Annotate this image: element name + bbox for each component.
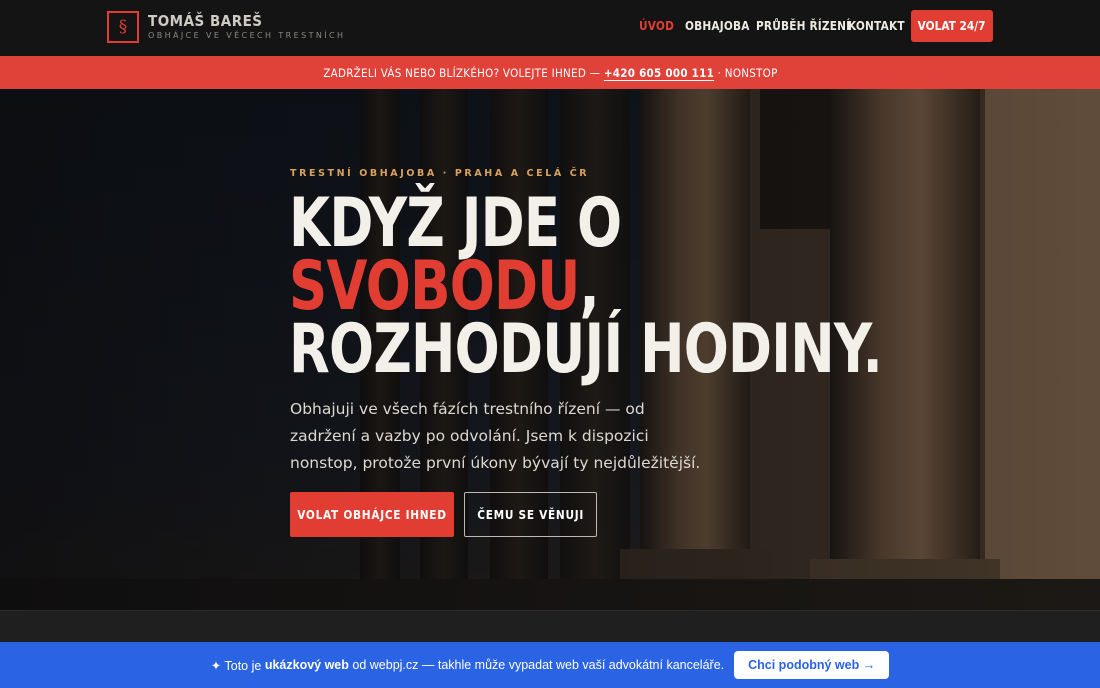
hero-headline: KDYŽ JDE O SVOBODU, ROZHODUJÍ HODINY. [289, 190, 883, 384]
headline-line-3: ROZHODUJÍ HODINY. [289, 310, 883, 389]
site-header: § TOMÁŠ BAREŠ OBHÁJCE VE VĚCECH TRESTNÍC… [0, 0, 1100, 56]
call-defender-label: VOLAT OBHÁJCE IHNED [297, 507, 447, 522]
demo-bold: ukázkový web [264, 658, 349, 672]
call-defender-button[interactable]: VOLAT OBHÁJCE IHNED [290, 492, 454, 537]
brand-tagline: OBHÁJCE VE VĚCECH TRESTNÍCH [148, 31, 346, 40]
practice-areas-label: ČEMU SE VĚNUJI [477, 507, 584, 522]
demo-banner: ✦ Toto je ukázkový web od webpj.cz — tak… [0, 642, 1100, 688]
demo-suffix: od webpj.cz — takhle může vypadat web va… [352, 658, 725, 672]
call-24-7-label: VOLAT 24/7 [918, 19, 986, 33]
hero-lead-text: Obhajuji ve všech fázích trestního řízen… [290, 400, 701, 472]
call-24-7-button[interactable]: VOLAT 24/7 [911, 10, 993, 42]
alert-text: ZADRŽELI VÁS NEBO BLÍZKÉHO? VOLEJTE IHNE… [322, 65, 600, 80]
brand-name[interactable]: TOMÁŠ BAREŠ [148, 12, 263, 30]
nav-item-obhajoba[interactable]: OBHAJOBA [685, 19, 750, 33]
hero-section: TRESTNÍ OBHAJOBA · PRAHA A CELÁ ČR KDYŽ … [0, 89, 1100, 610]
alert-phone-link[interactable]: +420 605 000 111 [603, 66, 713, 80]
paragraph-logo-icon[interactable]: § [107, 11, 139, 43]
nav-item-prubeh-rizeni[interactable]: PRŮBĚH ŘÍZENÍ [756, 19, 850, 33]
practice-areas-button[interactable]: ČEMU SE VĚNUJI [464, 492, 597, 537]
want-similar-web-button[interactable]: Chci podobný web → [734, 651, 890, 679]
hero-eyebrow: TRESTNÍ OBHAJOBA · PRAHA A CELÁ ČR [290, 168, 590, 179]
section-divider-strip [0, 610, 1100, 642]
alert-suffix: · NONSTOP [717, 65, 778, 80]
demo-prefix: ✦ Toto je [210, 658, 262, 673]
emergency-alert-bar: ZADRŽELI VÁS NEBO BLÍZKÉHO? VOLEJTE IHNE… [0, 56, 1100, 89]
nav-item-uvod[interactable]: ÚVOD [639, 19, 674, 33]
nav-item-kontakt[interactable]: KONTAKT [848, 19, 905, 33]
